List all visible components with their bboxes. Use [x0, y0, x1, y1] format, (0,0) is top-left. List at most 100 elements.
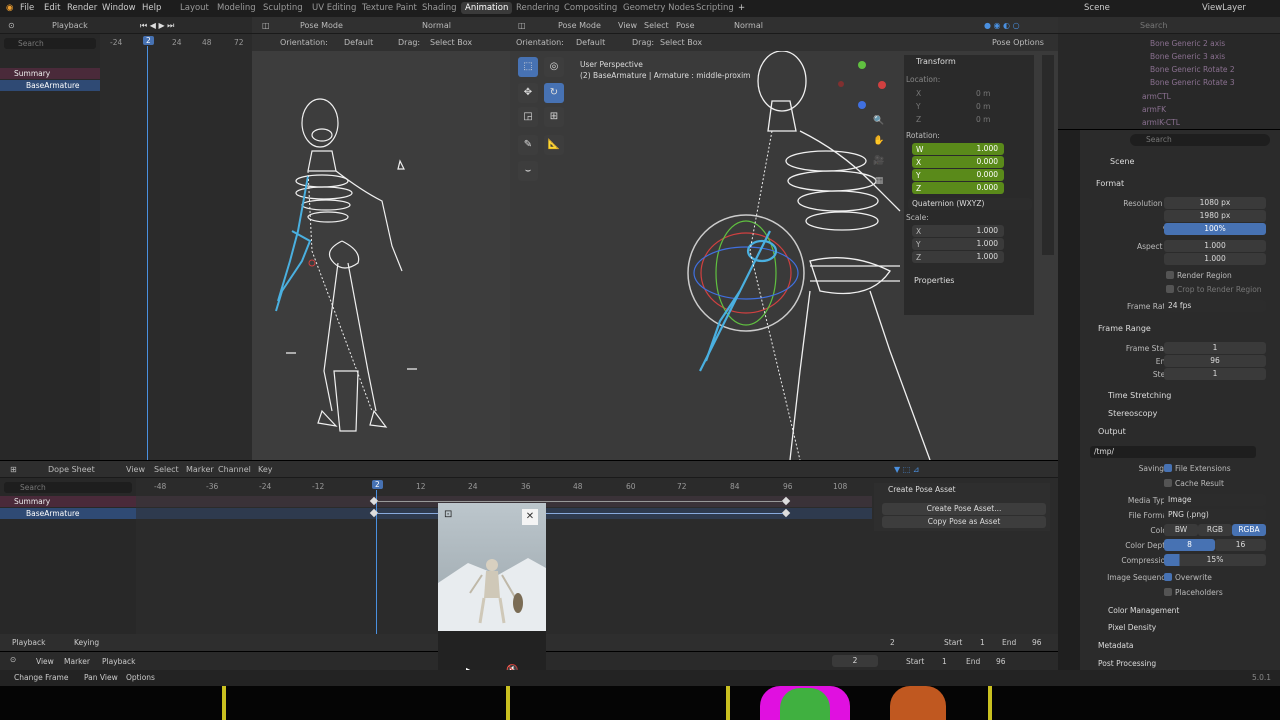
editor-type-icon[interactable]: ⊙: [8, 21, 15, 30]
create-pose-asset-button[interactable]: Create Pose Asset...: [882, 503, 1046, 515]
rotation-x-field[interactable]: 0.000: [912, 156, 1004, 168]
color-depth-8-button[interactable]: 8: [1164, 539, 1215, 551]
rotation-z-field[interactable]: 0.000: [912, 182, 1004, 194]
navigation-gizmo[interactable]: [836, 59, 890, 113]
view-layer-selector[interactable]: ViewLayer: [1202, 3, 1246, 13]
color-depth-16-button[interactable]: 16: [1215, 539, 1266, 551]
zoom-icon[interactable]: 🔍: [872, 114, 886, 128]
workspace-tab-modeling[interactable]: Modeling: [217, 3, 256, 13]
file-format-dropdown[interactable]: PNG (.png): [1164, 509, 1266, 521]
video-zoom-icon[interactable]: ⊡: [444, 509, 458, 523]
outliner-item[interactable]: Bone Generic Rotate 2: [1150, 65, 1235, 74]
timeline-end-field[interactable]: 96: [996, 657, 1006, 666]
timeline-playback-menu[interactable]: Playback: [102, 657, 135, 666]
properties-tab-column[interactable]: [1058, 130, 1080, 670]
playback-dropdown-footer[interactable]: Playback: [12, 638, 45, 647]
timeline-editor-icon[interactable]: ⊙: [10, 655, 16, 664]
sidebar-tabs[interactable]: [1042, 55, 1054, 255]
dope-search-field[interactable]: Search: [4, 482, 132, 493]
summary-channel[interactable]: Summary: [0, 68, 100, 79]
media-type-dropdown[interactable]: Image: [1164, 494, 1266, 506]
resolution-x-field[interactable]: 1080 px: [1164, 197, 1266, 209]
outliner-item[interactable]: Bone Generic Rotate 3: [1150, 78, 1235, 87]
transform-header[interactable]: Transform: [916, 57, 956, 66]
dope-armature-channel[interactable]: BaseArmature: [0, 508, 136, 519]
overwrite-checkbox[interactable]: Overwrite: [1164, 573, 1212, 582]
time-stretching-section[interactable]: Time Stretching: [1108, 391, 1171, 400]
view-type-icon[interactable]: ◫: [262, 21, 270, 30]
left-3d-viewport[interactable]: ◫ Pose Mode Normal Orientation: Default …: [252, 17, 510, 460]
current-frame-indicator[interactable]: 2: [143, 36, 154, 45]
color-bw-button[interactable]: BW: [1164, 524, 1198, 536]
pan-hand-icon[interactable]: ✋: [872, 134, 886, 148]
pose-menu[interactable]: Pose: [676, 21, 695, 30]
viewport-shading-dropdown[interactable]: Normal: [422, 21, 451, 30]
menu-edit[interactable]: Edit: [44, 3, 60, 13]
location-z-value[interactable]: 0 m: [976, 115, 990, 124]
workspace-tab-geometry-nodes[interactable]: Geometry Nodes: [623, 3, 695, 13]
dope-sheet-mode-dropdown[interactable]: Dope Sheet: [48, 465, 95, 474]
workspace-tab-layout[interactable]: Layout: [180, 3, 209, 13]
pixel-density-section[interactable]: Pixel Density: [1108, 623, 1156, 632]
color-management-section[interactable]: Color Management: [1108, 606, 1179, 615]
workspace-tab-animation[interactable]: Animation: [461, 2, 513, 14]
drag-dropdown[interactable]: Select Box: [430, 38, 472, 47]
menu-render[interactable]: Render: [67, 3, 97, 13]
properties-subpanel-header[interactable]: Properties: [914, 276, 954, 285]
render-region-checkbox[interactable]: Render Region: [1166, 271, 1232, 280]
playback-dropdown[interactable]: Playback: [52, 21, 88, 30]
scene-selector[interactable]: Scene: [1084, 3, 1110, 13]
metadata-section[interactable]: Metadata: [1098, 641, 1134, 650]
output-path-field[interactable]: /tmp/: [1090, 446, 1256, 458]
outliner-item[interactable]: Bone Generic 3 axis: [1150, 52, 1225, 61]
timeline-start-field[interactable]: 1: [942, 657, 947, 666]
color-rgb-button[interactable]: RGB: [1198, 524, 1232, 536]
aspect-y-field[interactable]: 1.000: [1164, 253, 1266, 265]
outliner-item[interactable]: Bone Generic 2 axis: [1150, 39, 1225, 48]
keying-dropdown[interactable]: Keying: [74, 638, 99, 647]
copy-pose-asset-button[interactable]: Copy Pose as Asset: [882, 516, 1046, 528]
orientation-dropdown[interactable]: Default: [344, 38, 373, 47]
end-field-top[interactable]: 96: [1032, 638, 1042, 647]
select-menu[interactable]: Select: [644, 21, 669, 30]
frame-range-section-header[interactable]: Frame Range: [1098, 324, 1151, 333]
color-rgba-button[interactable]: RGBA: [1232, 524, 1266, 536]
resolution-y-field[interactable]: 1980 px: [1164, 210, 1266, 222]
workspace-tab-scripting[interactable]: Scripting: [696, 3, 734, 13]
pose-mode-dropdown[interactable]: Pose Mode: [300, 21, 343, 30]
view-menu[interactable]: View: [618, 21, 637, 30]
frame-start-field[interactable]: 1: [1164, 342, 1266, 354]
video-preview-popup[interactable]: ⊡ ✕ ▶ 🔇: [438, 503, 546, 689]
viewport-shading-dropdown-right[interactable]: Normal: [734, 21, 763, 30]
view-menu-dope[interactable]: View: [126, 465, 145, 474]
menu-window[interactable]: Window: [102, 3, 136, 13]
playhead-line[interactable]: [147, 46, 148, 460]
timeline-marker-menu[interactable]: Marker: [64, 657, 90, 666]
workspace-tab-sculpting[interactable]: Sculpting: [263, 3, 303, 13]
scale-x-field[interactable]: 1.000: [912, 225, 1004, 237]
rotation-y-field[interactable]: 0.000: [912, 169, 1004, 181]
camera-view-icon[interactable]: 🎥: [872, 154, 886, 168]
close-icon[interactable]: ✕: [522, 509, 538, 525]
create-pose-asset-header[interactable]: Create Pose Asset: [888, 485, 956, 494]
editor-type-icon-dope[interactable]: ⊞: [10, 465, 17, 474]
right-3d-viewport[interactable]: ◫ Pose Mode View Select Pose Normal ● ◉ …: [510, 17, 1058, 460]
outliner-item[interactable]: armCTL: [1142, 92, 1171, 101]
workspace-tab-shading[interactable]: Shading: [422, 3, 457, 13]
drag-dropdown-right[interactable]: Select Box: [660, 38, 702, 47]
stereoscopy-section[interactable]: Stereoscopy: [1108, 409, 1157, 418]
orientation-dropdown-right[interactable]: Default: [576, 38, 605, 47]
perspective-toggle-icon[interactable]: ▦: [872, 174, 886, 188]
viewport-shading-buttons[interactable]: ● ◉ ◐ ○: [984, 21, 1020, 30]
marker-menu-dope[interactable]: Marker: [186, 465, 214, 474]
location-y-value[interactable]: 0 m: [976, 102, 990, 111]
current-frame-field[interactable]: 2: [832, 655, 878, 667]
pose-mode-dropdown-right[interactable]: Pose Mode: [558, 21, 601, 30]
placeholders-checkbox[interactable]: Placeholders: [1164, 588, 1223, 597]
keyframe-region[interactable]: -24 2 24 48 72: [100, 34, 252, 460]
aspect-x-field[interactable]: 1.000: [1164, 240, 1266, 252]
location-x-value[interactable]: 0 m: [976, 89, 990, 98]
pose-options-button[interactable]: Pose Options: [992, 38, 1044, 47]
rotation-w-field[interactable]: 1.000: [912, 143, 1004, 155]
output-section-header[interactable]: Output: [1098, 427, 1126, 436]
